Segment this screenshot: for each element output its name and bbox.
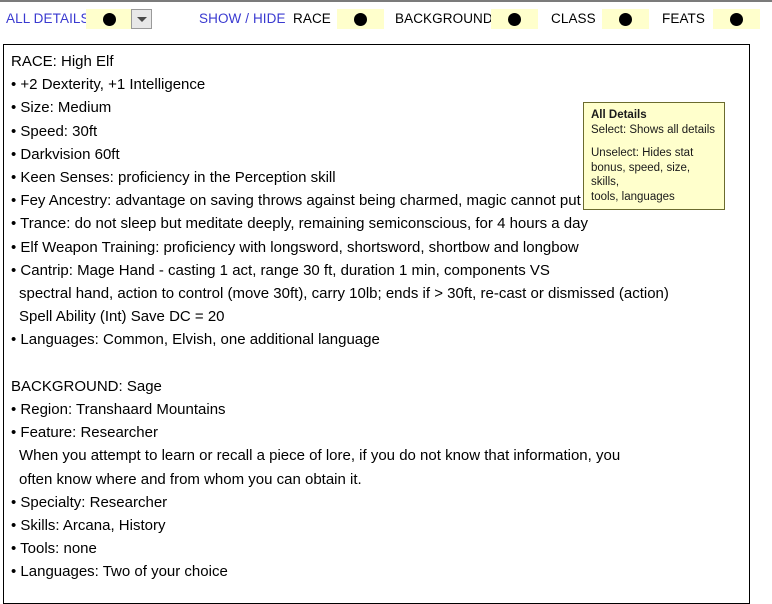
section-toggle-background[interactable] (491, 9, 538, 29)
details-line: • Feature: Researcher (11, 424, 158, 442)
details-line: • +2 Dexterity, +1 Intelligence (11, 76, 206, 94)
tooltip-unselect-line-3: tools, languages (591, 190, 675, 203)
details-line: RACE: High Elf (11, 53, 114, 70)
details-line: • Cantrip: Mage Hand - casting 1 act, ra… (11, 261, 550, 279)
filled-circle-icon (730, 12, 743, 26)
section-label-race: RACE (293, 11, 331, 26)
details-line: • Specialty: Researcher (11, 493, 168, 511)
details-blank-line (11, 352, 741, 375)
all-details-label: ALL DETAILS (6, 11, 90, 26)
toolbar: ALL DETAILS SHOW / HIDE RACE BACKGROUND … (0, 2, 772, 40)
all-details-toggle[interactable] (86, 9, 133, 29)
chevron-down-icon (136, 16, 147, 22)
details-line: • Trance: do not sleep but meditate deep… (11, 215, 588, 233)
section-toggle-class[interactable] (602, 9, 649, 29)
tooltip-select-line: Select: Shows all details (591, 123, 716, 136)
section-label-feats: FEATS (662, 11, 706, 26)
details-line: BACKGROUND: Sage (11, 377, 162, 395)
section-toggle-feats[interactable] (713, 9, 760, 29)
details-line: spectral hand, action to control (move 3… (19, 285, 669, 303)
tooltip-unselect-line-2: bonus, speed, size, skills, (591, 161, 691, 189)
tooltip-spacer (591, 137, 718, 146)
details-line: Spell Ability (Int) Save DC = 20 (19, 308, 225, 326)
all-details-dropdown-button[interactable] (131, 9, 152, 29)
tooltip-unselect-line-1: Unselect: Hides stat (591, 147, 694, 159)
details-line: often know where and from whom you can o… (19, 470, 362, 488)
filled-circle-icon (508, 12, 521, 26)
all-details-tooltip: All Details Select: Shows all details Un… (583, 102, 725, 210)
filled-circle-icon (619, 12, 632, 26)
details-line: • Languages: Common, Elvish, one additio… (11, 331, 380, 349)
section-toggle-race[interactable] (337, 9, 384, 29)
details-line: When you attempt to learn or recall a pi… (19, 447, 621, 465)
filled-circle-icon (103, 12, 116, 26)
details-line: • Languages: Two of your choice (11, 563, 228, 581)
details-line: • Tools: none (11, 540, 97, 558)
tooltip-title: All Details (591, 109, 647, 121)
section-label-background: BACKGROUND (395, 11, 493, 26)
details-line: • Elf Weapon Training: proficiency with … (11, 238, 579, 256)
show-hide-label: SHOW / HIDE (199, 11, 286, 26)
details-line: • Skills: Arcana, History (11, 517, 166, 535)
character-details-panel: RACE: High Elf • +2 Dexterity, +1 Intelli… (3, 44, 750, 604)
section-label-class: CLASS (551, 11, 596, 26)
filled-circle-icon (354, 12, 367, 26)
details-line: • Region: Transhaard Mountains (11, 401, 226, 419)
